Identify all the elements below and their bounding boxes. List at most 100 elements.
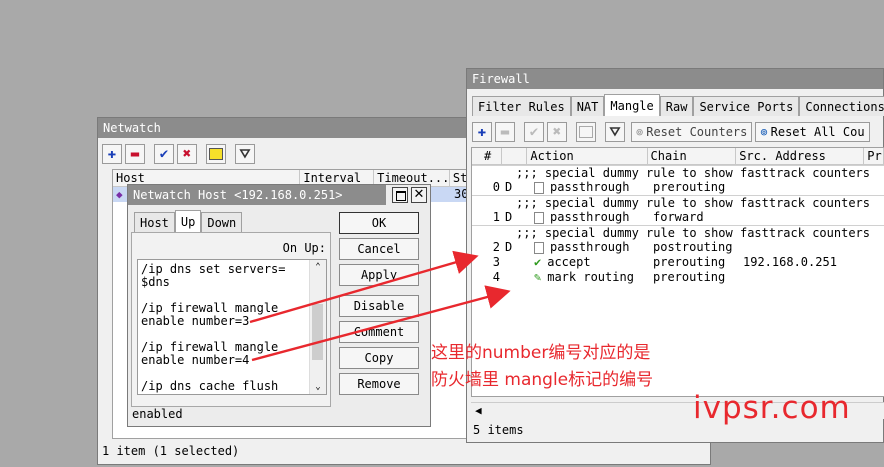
rule-number: 4 [492,270,500,284]
dialog-titlebar[interactable]: Netwatch Host <192.168.0.251> [128,185,386,205]
table-row[interactable]: 3 ✔ accept prerouting 192.168.0.251 [472,255,884,270]
disable-button[interactable]: ✖ [547,122,567,142]
remove-button[interactable]: ▬ [495,122,515,142]
cancel-button[interactable]: Cancel [339,238,419,260]
add-button[interactable]: ✚ [102,144,122,164]
comment-button[interactable] [206,144,226,164]
rule-number: 1 [492,210,500,224]
comment-row[interactable]: ;;; special dummy rule to show fasttrack… [472,165,884,181]
remove-button[interactable]: Remove [339,373,419,395]
tab-service-ports[interactable]: Service Ports [693,96,800,116]
rule-flag [502,270,528,285]
scroll-down-icon[interactable]: ⌄ [310,380,326,394]
cross-icon: ✖ [182,146,192,162]
dialog-panel: On Up: /ip dns set servers= $dns /ip fir… [131,232,331,407]
accept-icon: ✔ [534,255,542,269]
rule-number: 2 [492,240,500,254]
rule-number: 0 [492,180,500,194]
table-row[interactable]: 2 D passthrough postrouting [472,240,884,255]
rule-flag: D [505,210,513,224]
cross-icon: ✖ [552,124,562,140]
rule-chain: postrouting [653,240,733,254]
apply-button[interactable]: Apply [339,264,419,286]
close-icon: ✕ [413,187,425,202]
minus-icon: ▬ [500,124,510,140]
reset-all-counters-button[interactable]: ⊚ Reset All Cou [755,122,870,142]
table-row[interactable]: 4 ✎ mark routing prerouting [472,270,884,285]
comment-button[interactable]: Comment [339,321,419,343]
rule-flag: D [505,240,513,254]
copy-button[interactable]: Copy [339,347,419,369]
script-scrollbar[interactable]: ⌃ ⌄ [309,260,326,394]
comment-text: ;;; special dummy rule to show fasttrack… [516,166,871,180]
annotation-text-line-1: 这里的number编号对应的是 [431,343,651,363]
tab-mangle[interactable]: Mangle [604,94,660,116]
minus-icon: ▬ [130,146,140,162]
table-row[interactable]: 1 D passthrough forward [472,210,884,225]
rule-flag [502,255,528,270]
enable-button[interactable]: ✔ [524,122,544,142]
table-row[interactable]: 0 D passthrough prerouting [472,180,884,195]
firewall-titlebar[interactable]: Firewall [467,69,883,89]
rule-action: passthrough [550,210,630,224]
comment-button[interactable] [576,122,596,142]
comment-row[interactable]: ;;; special dummy rule to show fasttrack… [472,195,884,211]
column-chain[interactable]: Chain [648,148,737,164]
scroll-up-icon[interactable]: ⌃ [310,260,326,274]
tab-raw[interactable]: Raw [659,96,694,116]
rule-flag: D [505,180,513,194]
enable-button[interactable]: ✔ [154,144,174,164]
filter-button[interactable]: ⛛ [235,144,255,164]
rule-action: mark routing [547,270,634,284]
column-action[interactable]: Action [527,148,648,164]
rule-action: accept [547,255,591,269]
netwatch-toolbar: ✚ ▬ ✔ ✖ ⛛ [102,144,255,164]
note-icon [209,148,223,160]
comment-row[interactable]: ;;; special dummy rule to show fasttrack… [472,225,884,241]
maximize-button[interactable] [392,187,408,203]
remove-button[interactable]: ▬ [125,144,145,164]
scroll-left-icon[interactable]: ◀ [475,403,482,419]
filter-button[interactable]: ⛛ [605,122,625,142]
column-number[interactable]: # [472,148,502,164]
tab-down[interactable]: Down [201,212,243,232]
comment-text: ;;; special dummy rule to show fasttrack… [516,196,871,210]
rule-chain: prerouting [653,270,726,284]
rule-chain: prerouting [653,255,726,269]
watermark: ivpsr.com [693,390,851,426]
maximize-icon [396,191,406,201]
passthrough-icon [534,181,544,194]
tab-nat[interactable]: NAT [570,96,605,116]
reset-all-counters-label: Reset All Cou [770,125,865,139]
plus-icon: ✚ [107,146,117,162]
rule-number: 3 [492,255,500,269]
tab-connections[interactable]: Connections [799,96,884,116]
netwatch-host-dialog: Netwatch Host <192.168.0.251> ✕ Host Up … [127,184,431,427]
ok-button[interactable]: OK [339,212,419,234]
rule-action: passthrough [550,240,630,254]
firewall-tabs: Filter Rules NAT Mangle Raw Service Port… [472,94,884,116]
mark-routing-icon: ✎ [534,270,542,284]
tab-up[interactable]: Up [174,210,202,232]
scroll-thumb[interactable] [312,304,323,360]
filter-icon: ⛛ [239,146,251,162]
close-button[interactable]: ✕ [411,187,427,203]
on-up-script[interactable]: /ip dns set servers= $dns /ip firewall m… [137,259,327,395]
column-src-address[interactable]: Src. Address [736,148,865,164]
rule-src [740,180,870,195]
tab-host[interactable]: Host [134,212,175,232]
script-line: /ip dns cache flush [141,379,279,393]
rule-src [740,270,870,285]
column-protocol[interactable]: Pr [864,148,884,164]
script-line: $dns [141,275,170,289]
rule-src [740,210,870,225]
reset-counters-button[interactable]: ⊚ Reset Counters [631,122,753,142]
tab-filter-rules[interactable]: Filter Rules [472,96,571,116]
script-line: enable number=4 [141,353,250,367]
add-button[interactable]: ✚ [472,122,492,142]
on-up-label: On Up: [282,241,326,255]
rule-chain: forward [653,210,704,224]
netwatch-status-bar: 1 item (1 selected) [102,444,240,458]
disable-button[interactable]: Disable [339,295,419,317]
disable-button[interactable]: ✖ [177,144,197,164]
